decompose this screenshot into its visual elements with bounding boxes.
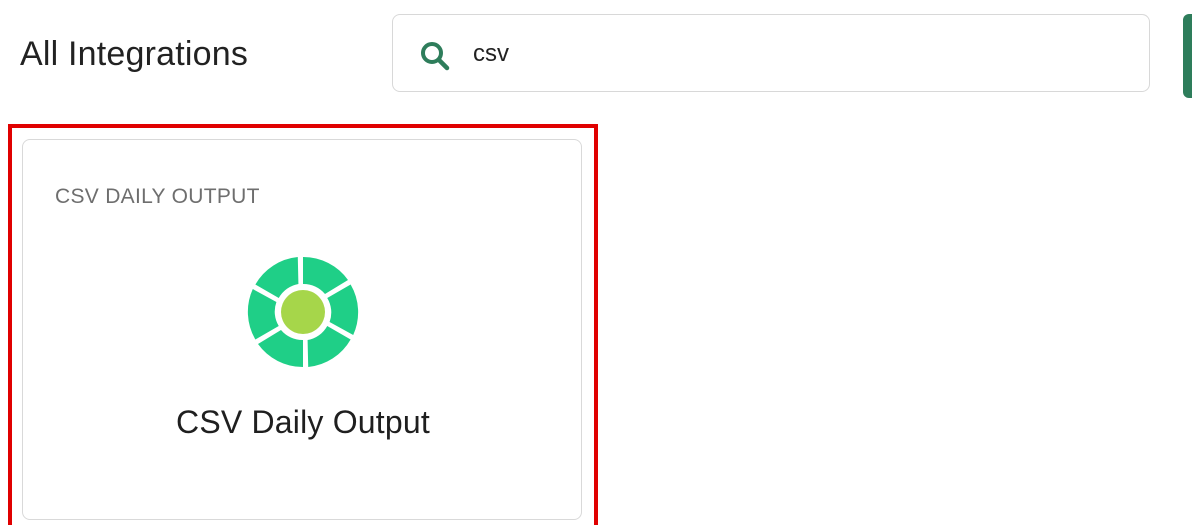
search-box[interactable] [392,14,1150,92]
search-input[interactable] [473,37,1113,71]
card-title: CSV Daily Output [176,404,430,440]
pinwheel-logo-icon [247,256,359,368]
page-title: All Integrations [20,35,249,73]
integrations-page: All Integrations CSV DAILY OUTPUT CSV Da… [0,0,1192,525]
action-button[interactable] [1183,14,1192,98]
search-icon [421,42,450,71]
integration-card[interactable]: CSV DAILY OUTPUT CSV Daily Output [22,139,582,520]
card-category: CSV DAILY OUTPUT [55,185,260,208]
